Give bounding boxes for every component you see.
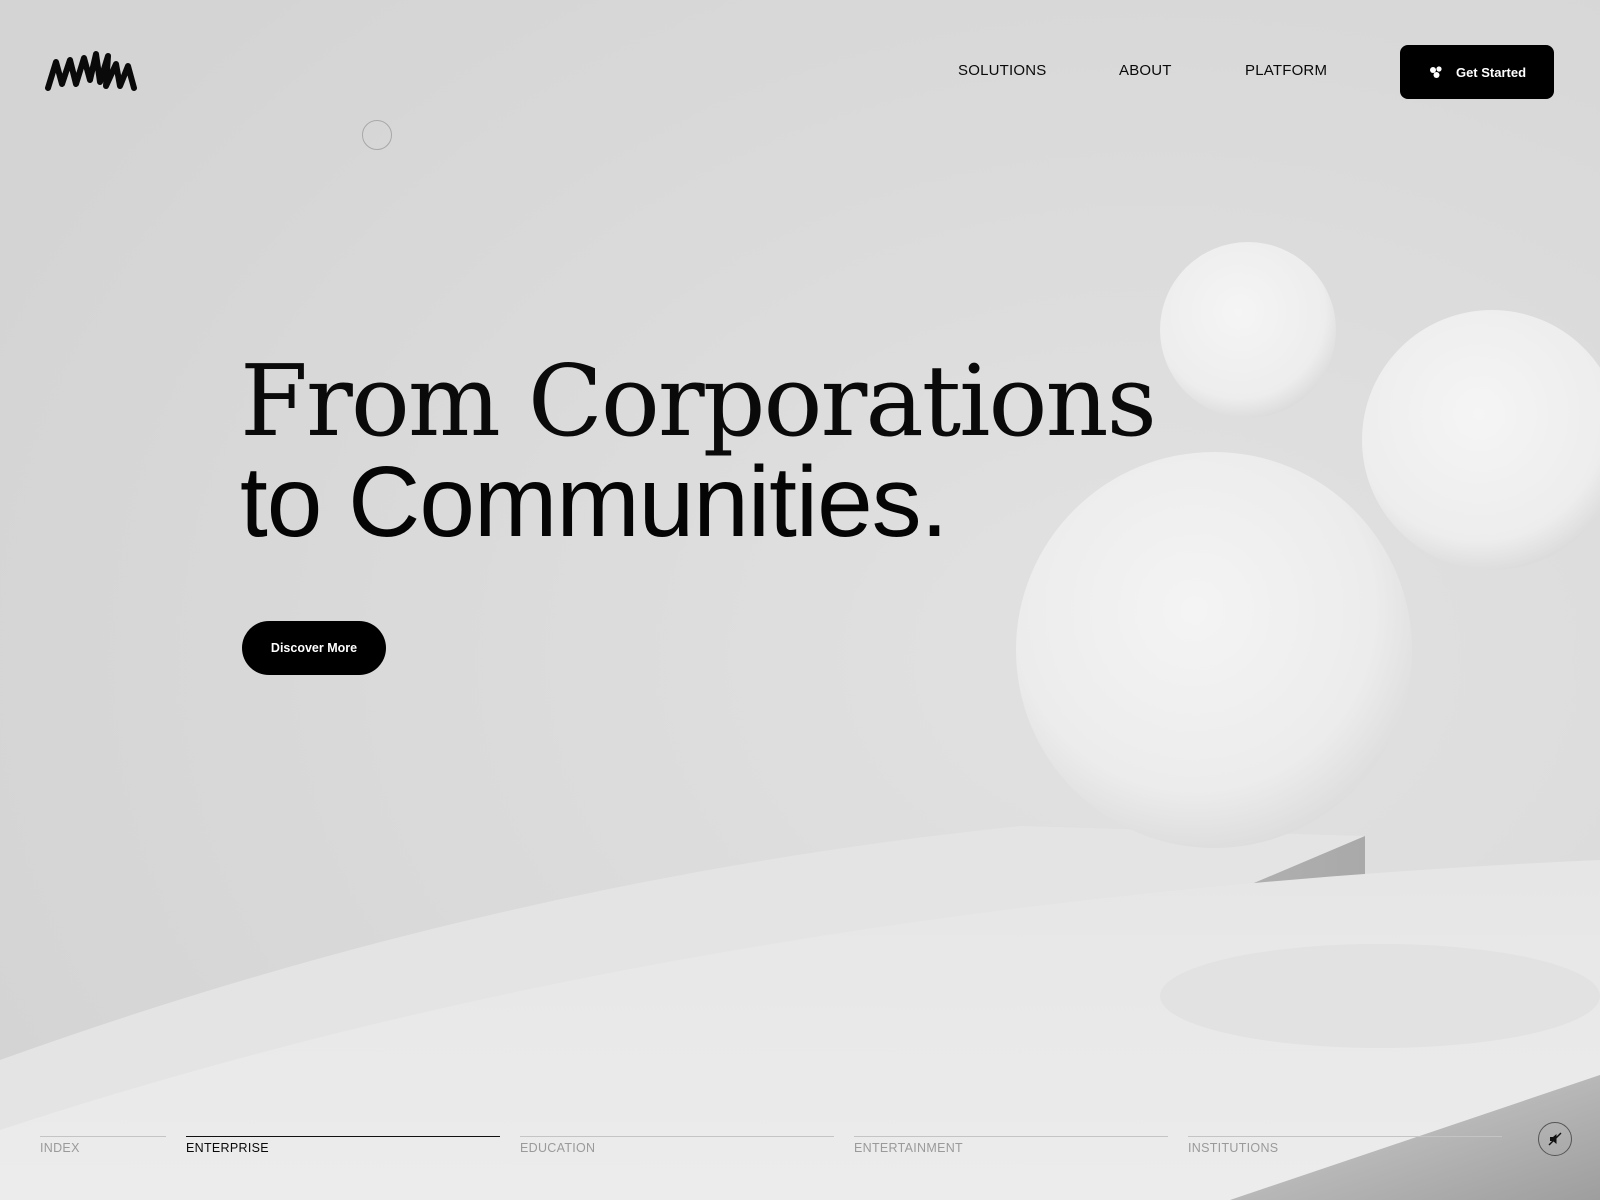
get-started-label: Get Started	[1455, 64, 1527, 80]
nav-about[interactable]: ABOUT	[1119, 62, 1172, 79]
speaker-muted-icon	[1548, 1132, 1562, 1146]
sphere-small	[1160, 242, 1336, 418]
tab-enterprise[interactable]: ENTERPRISE	[186, 1136, 500, 1155]
hero-headline-line2: to Communities.	[240, 446, 948, 558]
tab-institutions[interactable]: INSTITUTIONS	[1188, 1136, 1502, 1155]
top-nav: SOLUTIONS ABOUT PLATFORM	[0, 62, 1600, 82]
nav-solutions[interactable]: SOLUTIONS	[958, 62, 1046, 79]
cursor-ring	[362, 120, 392, 150]
discover-more-button[interactable]: Discover More	[242, 621, 386, 675]
section-tabs: INDEX ENTERPRISE EDUCATION ENTERTAINMENT…	[0, 1136, 1600, 1166]
hero-stage: SOLUTIONS ABOUT PLATFORM Get Started Fro…	[0, 0, 1600, 1200]
tab-index[interactable]: INDEX	[40, 1136, 166, 1155]
hero-headline: From Corporations to Communities.	[240, 345, 1157, 558]
nav-platform[interactable]: PLATFORM	[1245, 62, 1327, 79]
get-started-button[interactable]: Get Started	[1400, 45, 1554, 99]
hero-background-scene	[0, 0, 1600, 1200]
tab-education[interactable]: EDUCATION	[520, 1136, 834, 1155]
mute-toggle-button[interactable]	[1538, 1122, 1572, 1156]
hero-headline-line1: From Corporations	[240, 345, 1157, 459]
cluster-dots-icon	[1429, 66, 1442, 78]
tab-entertainment[interactable]: ENTERTAINMENT	[854, 1136, 1168, 1155]
